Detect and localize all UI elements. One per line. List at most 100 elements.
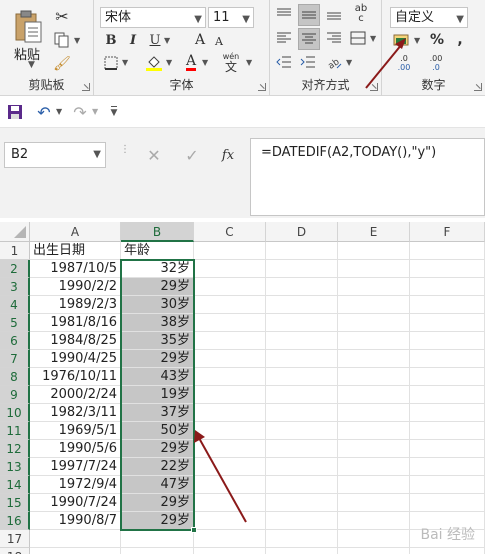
percent-button[interactable]: % xyxy=(428,30,446,50)
border-dropdown-icon[interactable]: ▼ xyxy=(122,58,128,67)
splitter-dots[interactable]: ⋮ xyxy=(120,144,130,155)
cell-a9[interactable]: 2000/2/24 xyxy=(30,386,121,404)
cell-b5[interactable]: 38岁 xyxy=(121,314,194,332)
font-name-select[interactable]: 宋体 ▼ xyxy=(100,7,206,28)
copy-button[interactable] xyxy=(52,30,72,50)
cell-f18[interactable] xyxy=(410,548,485,554)
cell-c9[interactable] xyxy=(194,386,266,404)
accounting-dropdown-icon[interactable]: ▼ xyxy=(414,36,420,45)
row-header-17[interactable]: 17 xyxy=(0,530,30,548)
cell-f1[interactable] xyxy=(410,242,485,260)
cell-d4[interactable] xyxy=(266,296,338,314)
font-color-dropdown-icon[interactable]: ▼ xyxy=(202,58,208,67)
cell-e7[interactable] xyxy=(338,350,410,368)
undo-dropdown-icon[interactable]: ▼ xyxy=(56,107,62,116)
cell-d7[interactable] xyxy=(266,350,338,368)
cell-b12[interactable]: 29岁 xyxy=(121,440,194,458)
column-header-a[interactable]: A xyxy=(30,222,121,242)
cell-b13[interactable]: 22岁 xyxy=(121,458,194,476)
column-header-e[interactable]: E xyxy=(338,222,410,242)
cell-a16[interactable]: 1990/8/7 xyxy=(30,512,121,530)
cell-c6[interactable] xyxy=(194,332,266,350)
clipboard-launcher-icon[interactable] xyxy=(82,83,90,91)
top-align-button[interactable] xyxy=(274,4,294,24)
cell-a14[interactable]: 1972/9/4 xyxy=(30,476,121,494)
row-header-13[interactable]: 13 xyxy=(0,458,30,476)
cell-f14[interactable] xyxy=(410,476,485,494)
row-header-1[interactable]: 1 xyxy=(0,242,30,260)
cell-e3[interactable] xyxy=(338,278,410,296)
cell-a12[interactable]: 1990/5/6 xyxy=(30,440,121,458)
border-button[interactable] xyxy=(102,54,120,72)
paste-button[interactable] xyxy=(10,6,46,46)
row-header-10[interactable]: 10 xyxy=(0,404,30,422)
cell-f8[interactable] xyxy=(410,368,485,386)
cell-c7[interactable] xyxy=(194,350,266,368)
cell-b16[interactable]: 29岁 xyxy=(121,512,194,530)
cell-a4[interactable]: 1989/2/3 xyxy=(30,296,121,314)
cell-d2[interactable] xyxy=(266,260,338,278)
cancel-button[interactable]: ✕ xyxy=(142,142,166,168)
column-header-f[interactable]: F xyxy=(410,222,485,242)
row-header-12[interactable]: 12 xyxy=(0,440,30,458)
merge-dropdown-icon[interactable]: ▼ xyxy=(370,34,376,43)
column-header-c[interactable]: C xyxy=(194,222,266,242)
cell-e5[interactable] xyxy=(338,314,410,332)
cell-d16[interactable] xyxy=(266,512,338,530)
cell-a2[interactable]: 1987/10/5 xyxy=(30,260,121,278)
cell-d11[interactable] xyxy=(266,422,338,440)
cell-d12[interactable] xyxy=(266,440,338,458)
cell-c5[interactable] xyxy=(194,314,266,332)
insert-function-button[interactable]: fx xyxy=(216,142,240,168)
bold-button[interactable]: B xyxy=(102,30,120,50)
cell-c8[interactable] xyxy=(194,368,266,386)
alignment-launcher-icon[interactable] xyxy=(370,83,378,91)
cell-b2[interactable]: 32岁 xyxy=(121,260,194,278)
fill-color-button[interactable] xyxy=(144,52,164,72)
cell-e9[interactable] xyxy=(338,386,410,404)
cell-d18[interactable] xyxy=(266,548,338,554)
row-header-7[interactable]: 7 xyxy=(0,350,30,368)
cell-f6[interactable] xyxy=(410,332,485,350)
cell-c14[interactable] xyxy=(194,476,266,494)
cell-a10[interactable]: 1982/3/11 xyxy=(30,404,121,422)
cell-b6[interactable]: 35岁 xyxy=(121,332,194,350)
cell-b11[interactable]: 50岁 xyxy=(121,422,194,440)
cell-e10[interactable] xyxy=(338,404,410,422)
increase-decimal-button[interactable]: .0 .00 xyxy=(392,52,416,74)
italic-button[interactable]: I xyxy=(124,30,142,50)
cell-a3[interactable]: 1990/2/2 xyxy=(30,278,121,296)
align-center-button[interactable] xyxy=(298,28,320,50)
row-header-9[interactable]: 9 xyxy=(0,386,30,404)
row-header-2[interactable]: 2 xyxy=(0,260,30,278)
cell-e6[interactable] xyxy=(338,332,410,350)
merge-center-button[interactable] xyxy=(348,28,368,48)
cell-f3[interactable] xyxy=(410,278,485,296)
row-header-6[interactable]: 6 xyxy=(0,332,30,350)
cell-e12[interactable] xyxy=(338,440,410,458)
customize-toolbar-button[interactable]: ▼ xyxy=(106,103,122,121)
row-header-3[interactable]: 3 xyxy=(0,278,30,296)
cell-a15[interactable]: 1990/7/24 xyxy=(30,494,121,512)
cell-e16[interactable] xyxy=(338,512,410,530)
orientation-button[interactable]: ab xyxy=(324,52,344,72)
undo-button[interactable]: ↶ xyxy=(34,103,54,122)
fill-handle[interactable] xyxy=(191,527,197,533)
cell-b18[interactable] xyxy=(121,548,194,554)
cell-c16[interactable] xyxy=(194,512,266,530)
cell-e1[interactable] xyxy=(338,242,410,260)
cell-a1[interactable]: 出生日期 xyxy=(30,242,121,260)
increase-font-button[interactable]: A xyxy=(192,30,208,50)
cell-f7[interactable] xyxy=(410,350,485,368)
cell-b1[interactable]: 年龄 xyxy=(121,242,194,260)
cell-c10[interactable] xyxy=(194,404,266,422)
cell-a6[interactable]: 1984/8/25 xyxy=(30,332,121,350)
cell-c18[interactable] xyxy=(194,548,266,554)
cell-f13[interactable] xyxy=(410,458,485,476)
orientation-dropdown-icon[interactable]: ▼ xyxy=(346,58,352,67)
cell-e18[interactable] xyxy=(338,548,410,554)
cell-c4[interactable] xyxy=(194,296,266,314)
cell-a5[interactable]: 1981/8/16 xyxy=(30,314,121,332)
format-painter-button[interactable]: 🖌 xyxy=(52,54,72,74)
select-all-corner[interactable] xyxy=(0,222,30,242)
